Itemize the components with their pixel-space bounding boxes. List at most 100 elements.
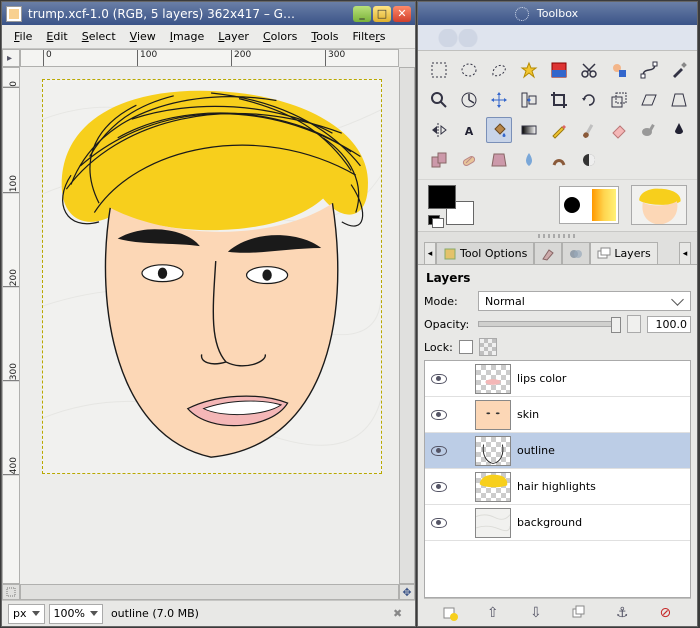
scrollbar-vertical[interactable]: [399, 67, 415, 584]
duplicate-layer-button[interactable]: [568, 602, 590, 624]
layer-name[interactable]: lips color: [517, 372, 690, 385]
airbrush-icon[interactable]: [636, 117, 662, 143]
anchor-layer-button[interactable]: ⚓: [611, 602, 633, 624]
delete-layer-button[interactable]: ⊘: [654, 602, 676, 624]
align-icon[interactable]: [516, 87, 542, 113]
opacity-slider[interactable]: [478, 321, 621, 327]
ruler-vertical[interactable]: 0 100 200 300 400: [2, 67, 20, 584]
scrollbar-horizontal[interactable]: [20, 584, 399, 600]
paths-icon[interactable]: [636, 57, 662, 83]
free-select-icon[interactable]: [486, 57, 512, 83]
menu-select[interactable]: Select: [76, 27, 122, 46]
heal-icon[interactable]: [456, 147, 482, 173]
layer-name[interactable]: skin: [517, 408, 690, 421]
menu-edit[interactable]: Edit: [40, 27, 73, 46]
visibility-toggle[interactable]: [425, 446, 453, 456]
tab-brushes[interactable]: [534, 242, 562, 264]
crop-icon[interactable]: [546, 87, 572, 113]
canvas[interactable]: [42, 79, 382, 474]
menu-colors[interactable]: Colors: [257, 27, 303, 46]
layer-row[interactable]: lips color: [425, 361, 690, 397]
text-icon[interactable]: A: [456, 117, 482, 143]
rect-select-icon[interactable]: [426, 57, 452, 83]
navigation-icon[interactable]: ✥: [399, 584, 415, 600]
color-select-icon[interactable]: [546, 57, 572, 83]
layer-thumbnail[interactable]: [475, 472, 511, 502]
new-layer-button[interactable]: [439, 602, 461, 624]
mode-combo[interactable]: Normal: [478, 291, 691, 311]
ruler-horizontal[interactable]: 0 100 200 300: [20, 49, 399, 67]
measure-icon[interactable]: [456, 87, 482, 113]
tab-menu-right[interactable]: ◂: [679, 242, 691, 264]
tab-menu-button[interactable]: ◂: [424, 242, 436, 264]
fg-color[interactable]: [428, 185, 456, 209]
shear-icon[interactable]: [636, 87, 662, 113]
layer-row[interactable]: skin: [425, 397, 690, 433]
tab-tool-options[interactable]: Tool Options: [436, 242, 534, 264]
dodge-burn-icon[interactable]: [576, 147, 602, 173]
menu-file[interactable]: File: [8, 27, 38, 46]
color-picker-icon[interactable]: [666, 57, 692, 83]
flip-icon[interactable]: [426, 117, 452, 143]
zoom-combo[interactable]: 100%: [49, 604, 103, 624]
ruler-origin[interactable]: [2, 49, 20, 67]
tab-channels[interactable]: [562, 242, 590, 264]
zoom-icon[interactable]: [426, 87, 452, 113]
maximize-button[interactable]: □: [373, 6, 391, 22]
image-titlebar[interactable]: trump.xcf-1.0 (RGB, 5 layers) 362x417 – …: [2, 2, 415, 25]
cancel-icon[interactable]: ✖: [393, 607, 409, 620]
visibility-toggle[interactable]: [425, 410, 453, 420]
layer-row[interactable]: background: [425, 505, 690, 541]
toolbox-titlebar[interactable]: Toolbox: [418, 2, 697, 25]
ink-icon[interactable]: [666, 117, 692, 143]
tab-layers[interactable]: Layers: [590, 242, 657, 264]
layer-name[interactable]: hair highlights: [517, 480, 690, 493]
layer-list[interactable]: lips color skin outline hair highlights back…: [424, 360, 691, 598]
blur-icon[interactable]: [516, 147, 542, 173]
brush-pattern-gradient[interactable]: [559, 186, 619, 224]
menu-image[interactable]: Image: [164, 27, 210, 46]
blend-icon[interactable]: [516, 117, 542, 143]
visibility-toggle[interactable]: [425, 482, 453, 492]
menu-view[interactable]: View: [124, 27, 162, 46]
rotate-icon[interactable]: [576, 87, 602, 113]
dock-grip[interactable]: [418, 231, 697, 239]
close-button[interactable]: ✕: [393, 6, 411, 22]
layer-name[interactable]: outline: [517, 444, 690, 457]
layer-thumbnail[interactable]: [475, 400, 511, 430]
canvas-viewport[interactable]: [20, 67, 399, 584]
lock-alpha-checkbox[interactable]: [479, 338, 497, 356]
paintbrush-icon[interactable]: [576, 117, 602, 143]
layer-thumbnail[interactable]: [475, 364, 511, 394]
bucket-fill-icon[interactable]: [486, 117, 512, 143]
layer-row[interactable]: hair highlights: [425, 469, 690, 505]
raise-layer-button[interactable]: ⇧: [482, 602, 504, 624]
visibility-toggle[interactable]: [425, 518, 453, 528]
opacity-reset-button[interactable]: [627, 315, 641, 333]
menu-layer[interactable]: Layer: [212, 27, 255, 46]
move-icon[interactable]: [486, 87, 512, 113]
scissors-icon[interactable]: [576, 57, 602, 83]
slider-thumb[interactable]: [611, 317, 621, 333]
perspective-icon[interactable]: [666, 87, 692, 113]
perspective-clone-icon[interactable]: [486, 147, 512, 173]
menu-tools[interactable]: Tools: [305, 27, 344, 46]
fuzzy-select-icon[interactable]: [516, 57, 542, 83]
minimize-button[interactable]: _: [353, 6, 371, 22]
unit-combo[interactable]: px: [8, 604, 45, 624]
quick-mask-toggle[interactable]: [2, 584, 20, 600]
foreground-select-icon[interactable]: [606, 57, 632, 83]
smudge-icon[interactable]: [546, 147, 572, 173]
eraser-icon[interactable]: [606, 117, 632, 143]
active-image-preview[interactable]: [631, 185, 687, 225]
clone-icon[interactable]: [426, 147, 452, 173]
scale-icon[interactable]: [606, 87, 632, 113]
menu-filters[interactable]: Filters: [347, 27, 392, 46]
ellipse-select-icon[interactable]: [456, 57, 482, 83]
pencil-icon[interactable]: [546, 117, 572, 143]
layer-name[interactable]: background: [517, 516, 690, 529]
lock-pixels-checkbox[interactable]: [459, 340, 473, 354]
visibility-toggle[interactable]: [425, 374, 453, 384]
opacity-value[interactable]: 100.0: [647, 316, 691, 333]
layer-thumbnail[interactable]: [475, 508, 511, 538]
